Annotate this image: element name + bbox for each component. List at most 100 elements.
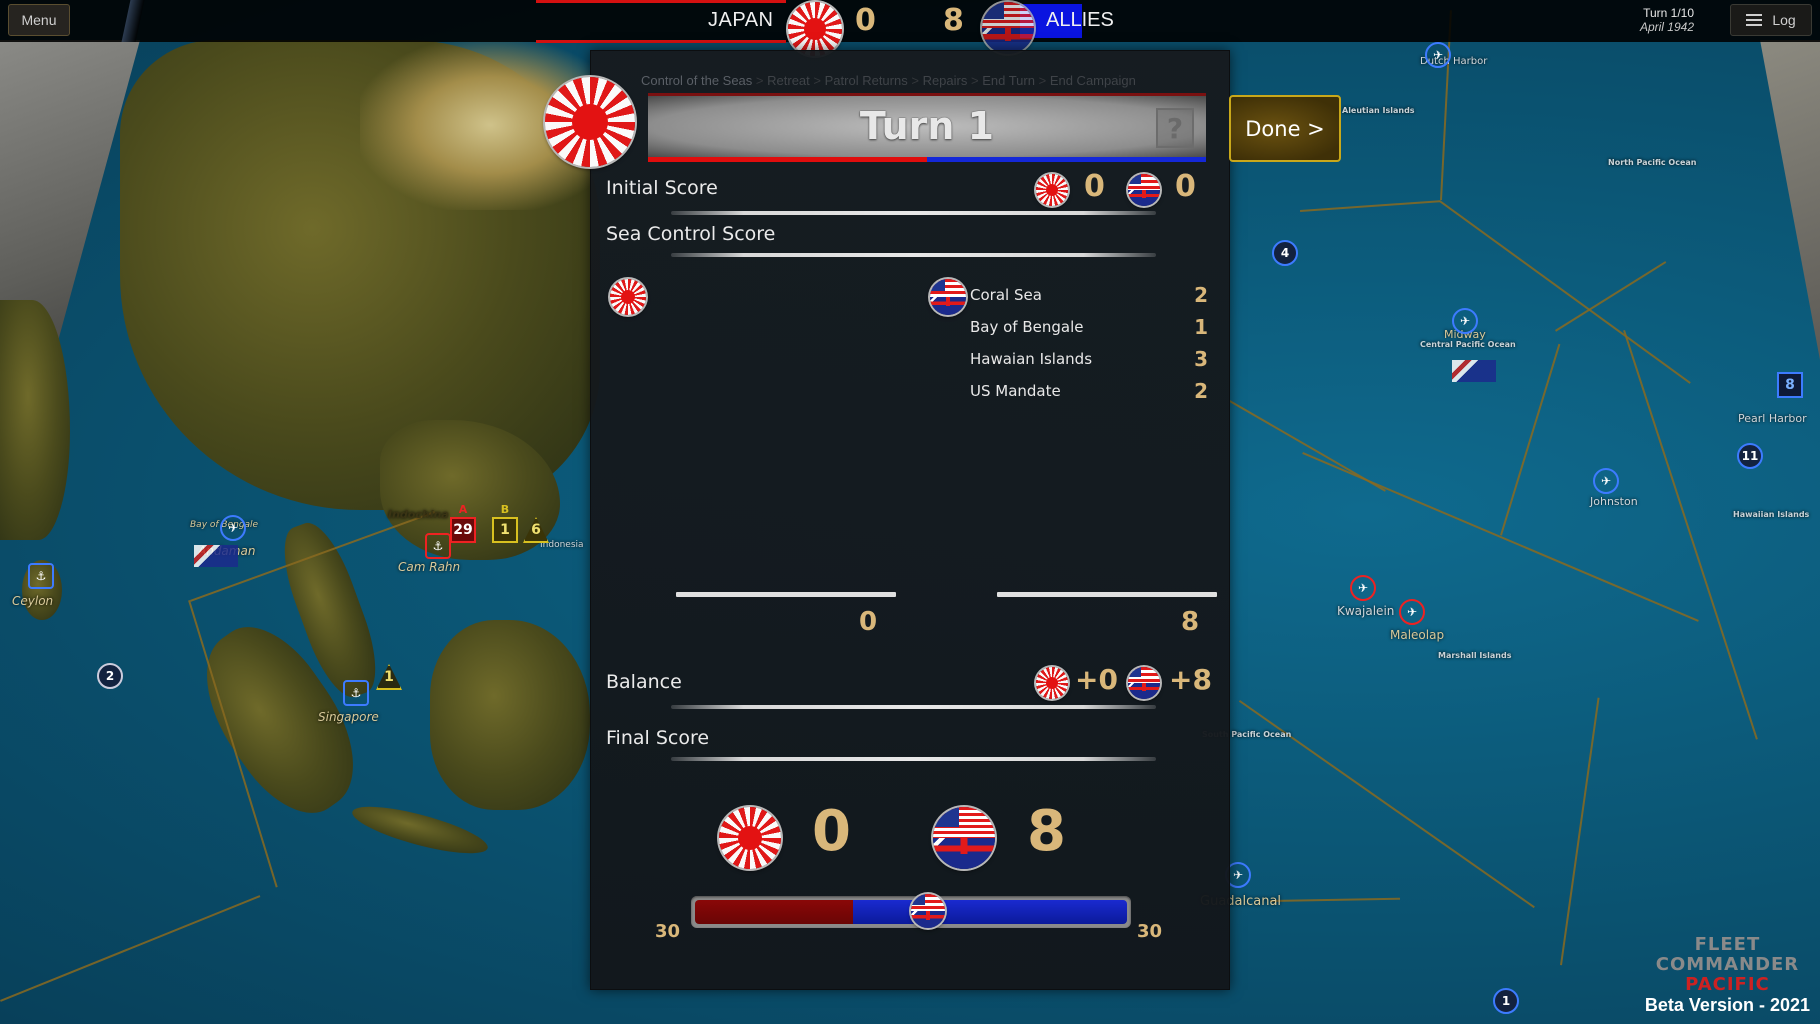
initial-score-allies: 0 — [1175, 169, 1196, 204]
map-label-cam-rahn: Cam Rahn — [398, 560, 461, 574]
region-border — [1500, 343, 1561, 536]
final-score-label: Final Score — [606, 727, 710, 749]
balance-scale-right: 30 — [1137, 921, 1163, 942]
japan-unit-counter[interactable]: B1 — [492, 503, 518, 543]
region-border — [0, 895, 261, 1002]
japan-score-strip — [536, 0, 786, 3]
allied-airbase-icon[interactable]: ✈ — [1452, 308, 1478, 334]
allies-flag-icon — [1128, 667, 1160, 699]
divider — [671, 757, 1156, 761]
initial-score-label: Initial Score — [606, 177, 718, 199]
divider — [671, 211, 1156, 215]
region-border — [1560, 697, 1600, 966]
breadcrumb-item: Control of the Seas — [641, 73, 753, 88]
game-logo: FLEET COMMANDER PACIFIC — [1655, 934, 1800, 995]
japan-airbase-icon[interactable]: ✈ — [1399, 599, 1425, 625]
breadcrumb-item: End Campaign — [1049, 73, 1136, 88]
japan-label: JAPAN — [708, 9, 774, 31]
topbar-divider — [121, 0, 145, 42]
region-border — [1623, 330, 1758, 740]
allied-fleet-unit[interactable]: 1 — [1493, 988, 1519, 1014]
japan-flag-icon — [719, 807, 781, 869]
log-button[interactable]: Log — [1730, 4, 1812, 36]
allied-flag-marker — [1452, 360, 1496, 382]
game-watermark: FLEET COMMANDER PACIFIC Beta Version - 2… — [1645, 935, 1810, 1016]
allied-airbase-icon[interactable]: ✈ — [1425, 42, 1451, 68]
map-label-indochina: Indochina — [388, 508, 449, 521]
map-label-maleolap: Maleolap — [1390, 628, 1445, 642]
allied-flag-marker — [194, 545, 238, 567]
japan-flag-icon — [610, 279, 646, 315]
allied-unit-counter[interactable]: 8 — [1777, 372, 1803, 398]
sea-list-item: Hawaian Islands 3 — [970, 347, 1208, 371]
japan-emblem-icon — [545, 77, 635, 167]
japan-unit-counter[interactable]: A 29 — [450, 503, 476, 543]
japan-subtotal-rule — [676, 592, 896, 597]
balance-label: Balance — [606, 671, 682, 693]
allies-flag-icon — [930, 279, 966, 315]
phase-breadcrumb: Control of the Seas > Retreat > Patrol R… — [641, 73, 1136, 88]
region-border — [1270, 897, 1401, 902]
sea-list-item: Coral Sea 2 — [970, 283, 1208, 307]
map-label-johnston: Johnston — [1590, 495, 1638, 508]
initial-score-japan: 0 — [1084, 169, 1105, 204]
allies-flag-icon — [1128, 174, 1160, 206]
breadcrumb-item: Retreat — [767, 73, 810, 88]
turn-info: Turn 1/10 April 1942 — [1640, 6, 1694, 34]
japan-score-strip — [536, 40, 786, 43]
breadcrumb-item: Patrol Returns — [824, 73, 908, 88]
japan-flag-icon — [1036, 667, 1068, 699]
breadcrumb-item: Repairs — [922, 73, 968, 88]
allied-fleet-unit[interactable]: 11 — [1737, 443, 1763, 469]
allies-flag-icon — [982, 2, 1034, 54]
landmass-india — [0, 300, 70, 540]
map-label-marshall-islands: Marshall Islands — [1438, 651, 1512, 660]
allies-sea-list: Coral Sea 2 Bay of Bengale 1 Hawaian Islan… — [970, 279, 1210, 407]
balance-scale-left: 30 — [655, 921, 681, 942]
turn-counter: Turn 1/10 — [1643, 6, 1694, 20]
help-button[interactable]: ? — [1156, 108, 1194, 148]
japan-stripe — [648, 157, 927, 162]
hamburger-icon — [1746, 14, 1763, 26]
sea-list-item: US Mandate 2 — [970, 379, 1208, 403]
allied-port-icon[interactable]: ⚓ — [28, 563, 54, 589]
balance-allies: +8 — [1169, 663, 1212, 696]
campaign-date: April 1942 — [1639, 20, 1694, 34]
allied-airbase-icon[interactable]: ✈ — [1593, 468, 1619, 494]
map-label-kwajalein: Kwajalein — [1337, 604, 1395, 618]
done-button[interactable]: Done > — [1229, 95, 1341, 162]
map-label-hawaiian-islands: Hawaiian Islands — [1733, 510, 1810, 519]
landmass-java — [348, 797, 492, 863]
region-border — [1300, 200, 1440, 212]
japan-unit-counter[interactable]: 1 — [376, 664, 402, 690]
turn-title-bar: Turn 1 ? — [648, 93, 1206, 162]
japan-airbase-icon[interactable]: ✈ — [1350, 575, 1376, 601]
top-bar: Menu JAPAN 0 8 ALLIES Turn 1/10 April 19… — [0, 0, 1820, 56]
map-label-singapore: Singapore — [318, 710, 379, 724]
allied-fleet-unit[interactable]: 4 — [1272, 240, 1298, 266]
balance-japan: +0 — [1075, 663, 1118, 696]
map-label-central-pacific: Central Pacific Ocean — [1420, 340, 1516, 349]
beta-version-label: Beta Version - 2021 — [1644, 995, 1810, 1015]
breadcrumb-item: End Turn — [982, 73, 1035, 88]
sea-list-item: Bay of Bengale 1 — [970, 315, 1208, 339]
japan-port-icon[interactable]: ⚓ — [425, 533, 451, 559]
allies-sea-total: 8 — [1181, 607, 1200, 637]
allied-port-icon[interactable]: ⚓ — [343, 680, 369, 706]
allies-subtotal-rule — [997, 592, 1217, 597]
map-label-north-pacific: North Pacific Ocean — [1608, 158, 1697, 167]
sea-control-label: Sea Control Score — [606, 223, 776, 245]
japan-flag-icon — [1036, 174, 1068, 206]
turn-title: Turn 1 — [859, 104, 995, 148]
allies-flag-icon — [933, 807, 995, 869]
final-score-japan: 0 — [812, 799, 851, 864]
region-border — [1438, 200, 1691, 384]
japan-flag-icon — [788, 2, 842, 56]
allied-airbase-icon[interactable]: ✈ — [220, 515, 246, 541]
map-label-pearl-harbor: Pearl Harbor — [1738, 412, 1807, 425]
menu-button[interactable]: Menu — [8, 4, 70, 36]
allied-fleet-unit[interactable]: 2 — [97, 663, 123, 689]
divider — [671, 253, 1156, 257]
japan-sea-total: 0 — [859, 607, 878, 637]
allies-top-score: 8 — [943, 3, 964, 38]
